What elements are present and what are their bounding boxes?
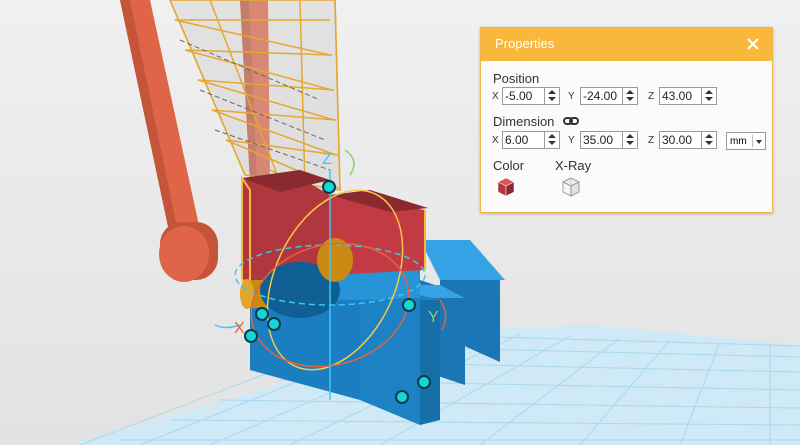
handle-scale-bottom[interactable] <box>395 390 409 404</box>
handle-x-left[interactable] <box>255 307 269 321</box>
gizmo-z-label: Z <box>322 151 332 168</box>
color-label: Color <box>493 158 525 173</box>
unit-select[interactable]: mm <box>726 132 766 150</box>
decrement-icon[interactable] <box>548 141 556 145</box>
increment-icon[interactable] <box>548 134 556 138</box>
dimension-z-field[interactable] <box>659 131 717 149</box>
dimension-x-axis-label: X <box>492 135 499 146</box>
unit-select-value: mm <box>730 136 747 147</box>
increment-icon[interactable] <box>705 90 713 94</box>
position-label: Position <box>493 71 540 86</box>
dimension-x-stepper[interactable] <box>544 132 559 148</box>
increment-icon[interactable] <box>705 134 713 138</box>
xray-toggle-icon[interactable] <box>560 176 582 198</box>
decrement-icon[interactable] <box>626 97 634 101</box>
gizmo-y-label: Y <box>428 309 439 326</box>
dimension-z-input[interactable] <box>662 133 702 147</box>
close-icon[interactable] <box>746 37 760 51</box>
decrement-icon[interactable] <box>626 141 634 145</box>
dimension-z-axis-label: Z <box>648 135 655 146</box>
increment-icon[interactable] <box>626 90 634 94</box>
position-x-input[interactable] <box>505 89 545 103</box>
xray-label: X-Ray <box>555 158 592 173</box>
decrement-icon[interactable] <box>705 97 713 101</box>
unit-select-divider <box>752 135 753 147</box>
position-y-field[interactable] <box>580 87 638 105</box>
dimension-z-stepper[interactable] <box>701 132 716 148</box>
dimension-y-input[interactable] <box>583 133 623 147</box>
increment-icon[interactable] <box>548 90 556 94</box>
position-z-input[interactable] <box>662 89 702 103</box>
panel-header: Properties <box>481 28 772 61</box>
position-z-field[interactable] <box>659 87 717 105</box>
position-z-stepper[interactable] <box>701 88 716 104</box>
position-z-axis-label: Z <box>648 91 655 102</box>
handle-x-bottom[interactable] <box>244 329 258 343</box>
handle-y-right[interactable] <box>402 298 416 312</box>
handle-z-top[interactable] <box>322 180 336 194</box>
color-swatch[interactable] <box>495 176 517 198</box>
chevron-down-icon <box>756 140 762 144</box>
link-icon[interactable] <box>563 115 579 127</box>
handle-x-inner[interactable] <box>267 317 281 331</box>
position-y-axis-label: Y <box>568 91 575 102</box>
handle-scale-right[interactable] <box>417 375 431 389</box>
panel-title: Properties <box>495 36 555 51</box>
decrement-icon[interactable] <box>705 141 713 145</box>
dimension-y-stepper[interactable] <box>622 132 637 148</box>
dimension-y-field[interactable] <box>580 131 638 149</box>
dimension-label: Dimension <box>493 114 555 129</box>
increment-icon[interactable] <box>626 134 634 138</box>
position-x-stepper[interactable] <box>544 88 559 104</box>
position-x-field[interactable] <box>502 87 560 105</box>
gizmo-x-label: X <box>234 320 245 337</box>
dimension-y-axis-label: Y <box>568 135 575 146</box>
position-y-input[interactable] <box>583 89 623 103</box>
position-x-axis-label: X <box>492 91 499 102</box>
decrement-icon[interactable] <box>548 97 556 101</box>
dimension-x-input[interactable] <box>505 133 545 147</box>
position-y-stepper[interactable] <box>622 88 637 104</box>
dimension-x-field[interactable] <box>502 131 560 149</box>
